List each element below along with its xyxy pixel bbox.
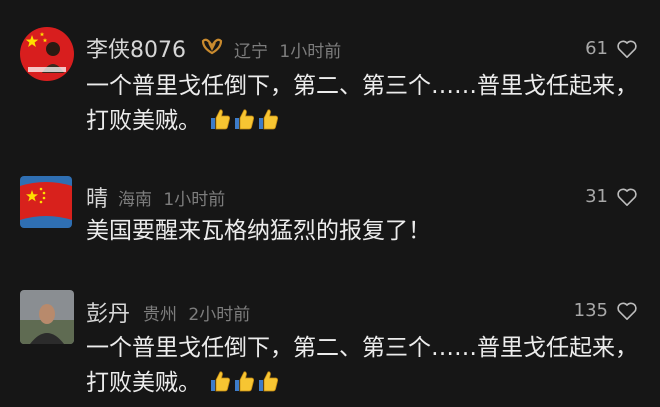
avatar[interactable] bbox=[20, 290, 74, 344]
comment-text: 一个普里戈任倒下，第二、第三个……普里戈任起来，打败美贼。 bbox=[86, 335, 638, 396]
avatar-image bbox=[20, 176, 72, 228]
avatar[interactable] bbox=[20, 27, 74, 81]
like-control[interactable]: 135 bbox=[574, 300, 638, 321]
comment-meta: 海南 1小时前 bbox=[118, 185, 225, 210]
timestamp: 1小时前 bbox=[279, 42, 342, 62]
comment-body: 一个普里戈任倒下，第二、第三个……普里戈任起来，打败美贼。 bbox=[86, 331, 646, 401]
username[interactable]: 李侠8076 bbox=[86, 32, 186, 64]
thumbs-up-icon bbox=[235, 371, 255, 392]
comment-body: 美国要醒来瓦格纳猛烈的报复了！ bbox=[86, 214, 646, 249]
thumbs-up-icon bbox=[211, 371, 231, 392]
thumbs-up-emoji-group bbox=[208, 108, 280, 134]
comment-item: 晴 海南 1小时前 31 美国要醒来瓦格纳猛烈的报复了！ bbox=[0, 150, 660, 280]
thumbs-up-icon bbox=[211, 109, 231, 130]
avatar-image bbox=[20, 27, 74, 81]
timestamp: 1小时前 bbox=[163, 190, 226, 210]
location: 贵州 bbox=[143, 305, 177, 325]
like-count: 135 bbox=[573, 300, 608, 321]
heart-icon[interactable] bbox=[616, 187, 638, 207]
thumbs-up-emoji-group bbox=[208, 370, 280, 396]
comment-text: 一个普里戈任倒下，第二、第三个……普里戈任起来，打败美贼。 bbox=[86, 73, 638, 134]
heart-icon[interactable] bbox=[616, 39, 638, 59]
comment-item: 彭丹 贵州 2小时前 135 一个普里戈任倒下，第二、第三个……普里戈任起来，打… bbox=[0, 280, 660, 407]
timestamp: 2小时前 bbox=[188, 305, 251, 325]
comment-text: 美国要醒来瓦格纳猛烈的报复了！ bbox=[86, 218, 431, 244]
like-count: 61 bbox=[585, 38, 608, 59]
like-control[interactable]: 31 bbox=[585, 186, 638, 207]
comment-body: 一个普里戈任倒下，第二、第三个……普里戈任起来，打败美贼。 bbox=[86, 69, 646, 139]
avatar-image bbox=[20, 290, 74, 344]
thumbs-up-icon bbox=[259, 371, 279, 392]
username[interactable]: 彭丹 bbox=[86, 296, 130, 328]
avatar[interactable] bbox=[20, 176, 72, 228]
like-count: 31 bbox=[585, 186, 608, 207]
heart-icon[interactable] bbox=[616, 301, 638, 321]
comment-item: 李侠8076 辽宁 1小时前 61 一个普里戈任倒下，第二、第三个……普里戈任起… bbox=[0, 0, 660, 150]
location: 辽宁 bbox=[234, 42, 268, 62]
comment-meta: 贵州 2小时前 bbox=[143, 300, 250, 325]
like-control[interactable]: 61 bbox=[585, 38, 638, 59]
comment-meta: 辽宁 1小时前 bbox=[234, 37, 341, 62]
location: 海南 bbox=[118, 190, 152, 210]
thumbs-up-icon bbox=[235, 109, 255, 130]
username[interactable]: 晴 bbox=[86, 181, 108, 213]
thumbs-up-icon bbox=[259, 109, 279, 130]
sparkle-badge-icon bbox=[201, 37, 223, 61]
